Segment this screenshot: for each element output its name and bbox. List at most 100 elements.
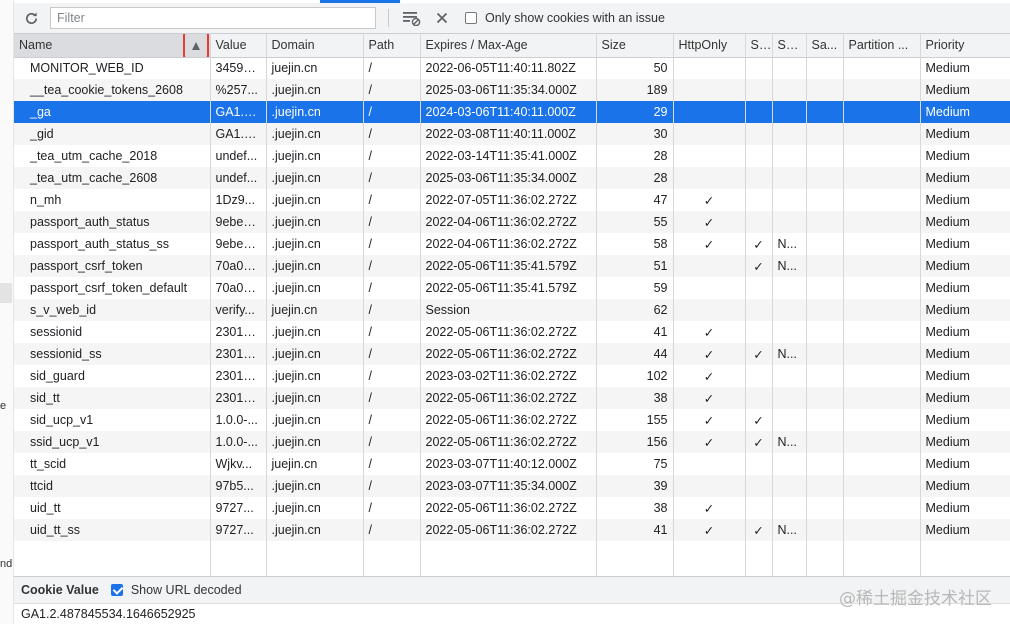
- column-header-httponly[interactable]: HttpOnly: [672, 34, 745, 58]
- cell-value: 23018...: [209, 365, 266, 387]
- cell-priority: Medium: [919, 79, 1010, 101]
- cell-name: passport_auth_status: [14, 211, 210, 233]
- empty-cell: [14, 541, 210, 576]
- cell-path: /: [362, 255, 420, 277]
- table-row[interactable]: n_mh 1Dz9... .juejin.cn/2022-07-05T11:36:0…: [14, 189, 1010, 211]
- table-row[interactable]: uid_tt 9727... .juejin.cn/2022-05-06T11:36…: [14, 497, 1010, 519]
- cell-name: MONITOR_WEB_ID: [30, 61, 144, 76]
- cell-samesite: N...: [771, 255, 806, 277]
- cell-expires: 2022-07-05T11:36:02.272Z: [419, 189, 596, 211]
- cell-secure: [744, 453, 772, 475]
- cell-partition: [842, 343, 920, 365]
- table-row[interactable]: _gid GA1.2... .juejin.cn/2022-03-08T11:40:…: [14, 123, 1010, 145]
- cell-samesite: [771, 167, 806, 189]
- cell-domain: .juejin.cn: [265, 189, 363, 211]
- table-row[interactable]: _tea_utm_cache_2608 undef... .juejin.cn/20…: [14, 167, 1010, 189]
- filter-input[interactable]: [50, 7, 376, 29]
- delete-all-button[interactable]: [429, 5, 455, 31]
- cell-partition: [842, 365, 920, 387]
- column-header-sameparty[interactable]: Sa...: [805, 34, 843, 58]
- clear-filtered-cookies-button[interactable]: [399, 5, 425, 31]
- column-header-expires[interactable]: Expires / Max-Age: [419, 34, 596, 58]
- cell-sameparty: [805, 409, 843, 431]
- cell-sameparty: [805, 277, 843, 299]
- cell-domain: .juejin.cn: [265, 211, 363, 233]
- cell-expires: 2022-05-06T11:35:41.579Z: [419, 255, 596, 277]
- cell-value: GA1.2...: [209, 123, 266, 145]
- empty-cell: [919, 541, 1010, 576]
- cell-name: ssid_ucp_v1: [14, 431, 210, 453]
- cell-name: passport_csrf_token: [14, 255, 210, 277]
- cell-partition: [842, 387, 920, 409]
- table-row[interactable]: passport_csrf_token 70a06... .juejin.cn/20…: [14, 255, 1010, 277]
- cell-priority: Medium: [919, 343, 1010, 365]
- cell-partition: [842, 211, 920, 233]
- table-row[interactable]: MONITOR_WEB_ID 34596... juejin.cn/2022-06-…: [14, 57, 1010, 79]
- column-header-path[interactable]: Path: [362, 34, 420, 58]
- column-header-value[interactable]: Value: [209, 34, 266, 58]
- cell-secure: [744, 321, 772, 343]
- cell-httponly: ✓: [672, 387, 745, 409]
- column-header-domain[interactable]: Domain: [265, 34, 363, 58]
- column-header-name[interactable]: Name: [14, 34, 210, 58]
- cell-expires: 2022-06-05T11:40:11.802Z: [419, 57, 596, 79]
- cell-expires: 2022-05-06T11:35:41.579Z: [419, 277, 596, 299]
- cookies-toolbar: Only show cookies with an issue: [14, 3, 1010, 34]
- show-url-decoded-checkbox[interactable]: Show URL decoded: [110, 583, 242, 597]
- cell-secure: [744, 211, 772, 233]
- column-header-secure[interactable]: S...: [744, 34, 772, 58]
- cell-value: 97b5...: [209, 475, 266, 497]
- cell-size: 102: [595, 365, 673, 387]
- column-header-partition[interactable]: Partition ...: [842, 34, 920, 58]
- cell-value: 9727...: [209, 497, 266, 519]
- left-panel-text-fragment: nd: [0, 558, 13, 570]
- cell-partition: [842, 189, 920, 211]
- table-row[interactable]: sid_tt 23018... .juejin.cn/2022-05-06T11:3…: [14, 387, 1010, 409]
- table-row[interactable]: ttcid 97b5... .juejin.cn/2023-03-07T11:35:…: [14, 475, 1010, 497]
- table-row[interactable]: tt_scid Wjkv... juejin.cn/2023-03-07T11:40…: [14, 453, 1010, 475]
- table-row[interactable]: passport_auth_status 9ebe7... .juejin.cn/2…: [14, 211, 1010, 233]
- table-row[interactable]: sessionid_ss 23018... .juejin.cn/2022-05-0…: [14, 343, 1010, 365]
- cell-sameparty: [805, 299, 843, 321]
- cell-secure: ✓: [744, 343, 772, 365]
- checkbox-box-checked[interactable]: [110, 584, 123, 596]
- cell-partition: [842, 431, 920, 453]
- cell-priority: Medium: [919, 321, 1010, 343]
- column-header-size[interactable]: Size: [595, 34, 673, 58]
- table-row[interactable]: s_v_web_id verify... juejin.cn / Session 62 Me…: [14, 299, 1010, 321]
- table-row[interactable]: _tea_utm_cache_2018 undef... .juejin.cn/20…: [14, 145, 1010, 167]
- cell-partition: [842, 145, 920, 167]
- table-row[interactable]: passport_csrf_token_default 70a06... .juej…: [14, 277, 1010, 299]
- table-row[interactable]: sid_guard 23018... .juejin.cn/2023-03-02T1…: [14, 365, 1010, 387]
- cell-httponly: ✓: [672, 497, 745, 519]
- cell-domain: .juejin.cn: [265, 145, 363, 167]
- cell-priority: Medium: [919, 365, 1010, 387]
- table-row[interactable]: uid_tt_ss 9727... .juejin.cn/2022-05-06T11…: [14, 519, 1010, 541]
- cell-sameparty: [805, 475, 843, 497]
- cell-domain: .juejin.cn: [265, 497, 363, 519]
- only-issue-checkbox[interactable]: Only show cookies with an issue: [465, 11, 665, 25]
- cell-size: 29: [595, 101, 673, 123]
- table-row[interactable]: __tea_cookie_tokens_2608 %257... .juejin.c…: [14, 79, 1010, 101]
- empty-cell: [771, 541, 806, 576]
- refresh-button[interactable]: [18, 5, 44, 31]
- cell-domain: .juejin.cn: [265, 277, 363, 299]
- cell-httponly: ✓: [672, 431, 745, 453]
- column-header-samesite[interactable]: Sa...: [771, 34, 806, 58]
- cell-samesite: [771, 475, 806, 497]
- cell-secure: [744, 497, 772, 519]
- table-row[interactable]: ssid_ucp_v1 1.0.0-... .juejin.cn/2022-05-0…: [14, 431, 1010, 453]
- column-header-priority[interactable]: Priority: [919, 34, 1010, 58]
- cell-size: 156: [595, 431, 673, 453]
- cell-priority: Medium: [919, 123, 1010, 145]
- table-row[interactable]: passport_auth_status_ss 9ebe7... .juejin.c…: [14, 233, 1010, 255]
- cell-partition: [842, 101, 920, 123]
- cell-partition: [842, 299, 920, 321]
- cell-domain: .juejin.cn: [265, 387, 363, 409]
- table-row[interactable]: sid_ucp_v1 1.0.0-... .juejin.cn/2022-05-06…: [14, 409, 1010, 431]
- table-row[interactable]: _ga GA1.2... .juejin.cn/2024-03-06T11:40:1…: [14, 101, 1010, 123]
- cell-size: 41: [595, 321, 673, 343]
- checkbox-box[interactable]: [465, 12, 477, 24]
- table-filler-row: [14, 541, 1010, 576]
- table-row[interactable]: sessionid 23018... .juejin.cn/2022-05-06T1…: [14, 321, 1010, 343]
